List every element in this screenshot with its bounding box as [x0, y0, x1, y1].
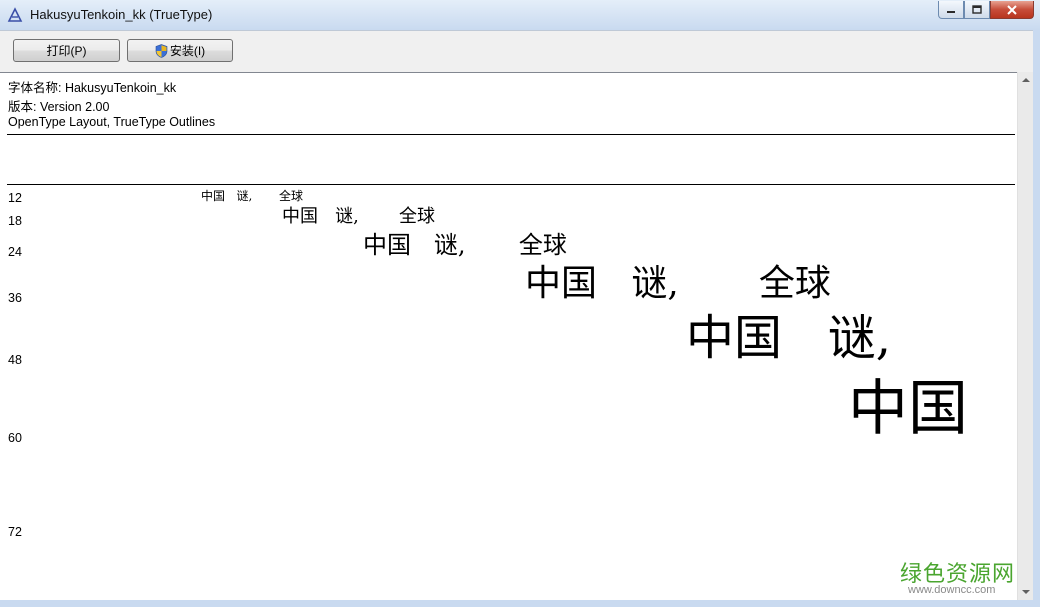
close-icon — [1007, 4, 1017, 15]
font-name-line: 字体名称: HakusyuTenkoin_kk — [8, 81, 177, 95]
minimize-button[interactable] — [938, 1, 964, 19]
font-type-line: OpenType Layout, TrueType Outlines — [8, 115, 216, 129]
scroll-down-arrow-icon[interactable] — [1022, 590, 1030, 594]
close-button[interactable] — [990, 1, 1034, 19]
maximize-button[interactable] — [964, 1, 990, 19]
scroll-up-arrow-icon[interactable] — [1022, 78, 1030, 82]
install-button-label: 安装(I) — [169, 44, 206, 58]
window-frame — [1033, 30, 1040, 607]
watermark-url: www.downcc.com — [908, 584, 996, 596]
font-version-line: 版本: Version 2.00 — [8, 100, 110, 114]
sample-text: 中国 谜, 全球 — [363, 231, 567, 259]
font-viewer-window: HakusyuTenkoin_kk (TrueType) 打印(P) 安装(I)… — [0, 0, 1040, 607]
title-bar[interactable]: HakusyuTenkoin_kk (TrueType) — [0, 0, 1040, 30]
print-button[interactable]: 打印(P) — [13, 39, 120, 62]
divider — [7, 134, 1015, 135]
maximize-icon — [972, 5, 982, 14]
window-controls — [938, 1, 1034, 21]
window-title: HakusyuTenkoin_kk (TrueType) — [30, 7, 213, 22]
print-button-label: 打印(P) — [46, 44, 87, 58]
sample-size-label: 12 — [8, 191, 22, 205]
sample-size-label: 36 — [8, 291, 22, 305]
sample-text: 中国 谜, — [686, 310, 892, 366]
uac-shield-icon — [155, 43, 168, 58]
sample-text: 中国 — [848, 374, 968, 444]
font-preview-pane: 字体名称: HakusyuTenkoin_kk 版本: Version 2.00… — [0, 72, 1017, 601]
sample-text: 中国 谜, 全球 — [201, 189, 303, 203]
sample-size-label: 24 — [8, 245, 22, 259]
sample-size-label: 18 — [8, 214, 22, 228]
sample-size-label: 72 — [8, 525, 22, 539]
window-frame — [0, 600, 1040, 607]
sample-text: 中国 谜, 全球 — [282, 206, 435, 227]
divider — [7, 184, 1015, 185]
minimize-icon — [947, 10, 955, 13]
vertical-scrollbar[interactable] — [1017, 72, 1034, 600]
install-button[interactable]: 安装(I) — [127, 39, 233, 62]
sample-size-label: 60 — [8, 431, 22, 445]
toolbar: 打印(P) 安装(I) — [0, 30, 1040, 72]
sample-text: 中国 谜, 全球 — [525, 263, 831, 304]
sample-size-label: 48 — [8, 353, 22, 367]
font-viewer-icon — [7, 7, 23, 22]
